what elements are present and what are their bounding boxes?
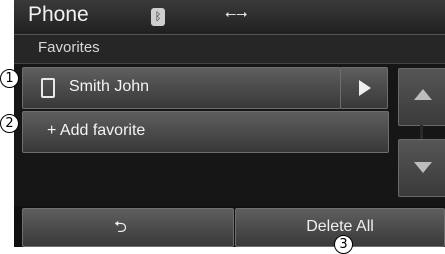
favorite-detail-button[interactable] [340,67,388,109]
usb-icon: ⭠⭢ [225,6,248,22]
section-title: Favorites [38,39,100,56]
header-bar: Phone ᛒ ⭠⭢ [14,0,445,35]
phone-icon [41,78,55,98]
back-arrow-icon: ⮌ [114,217,127,236]
scroll-up-button[interactable] [398,68,445,126]
scroll-down-button[interactable] [398,139,445,197]
scroll-track [420,125,423,139]
callout-3: 3 [334,235,353,254]
bluetooth-icon: ᛒ [151,8,165,26]
play-icon [359,80,371,96]
phone-favorites-screen: Phone ᛒ ⭠⭢ Favorites Smith John + Add fa… [14,0,445,247]
favorite-item-smith-john[interactable]: Smith John [22,67,341,109]
add-favorite-label: + Add favorite [47,122,146,139]
favorites-subheader: Favorites [14,35,445,64]
footer-bar: ⮌ Delete All [14,206,445,247]
favorite-item-label: Smith John [69,78,150,95]
delete-all-label: Delete All [306,218,374,235]
callout-2: 2 [0,114,19,133]
add-favorite-button[interactable]: + Add favorite [22,111,389,153]
callout-1: 1 [0,69,19,88]
arrow-up-icon [414,89,432,100]
page-title: Phone [28,3,89,26]
back-button[interactable]: ⮌ [22,208,234,247]
arrow-down-icon [414,162,432,173]
